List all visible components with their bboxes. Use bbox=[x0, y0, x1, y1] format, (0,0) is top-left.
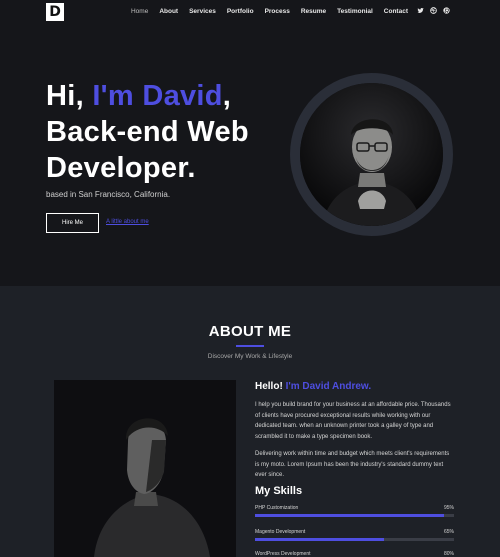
nav-item-services[interactable]: Services bbox=[189, 8, 216, 15]
navbar: D Home About Services Portfolio Process … bbox=[0, 0, 500, 26]
hero-section: D Home About Services Portfolio Process … bbox=[0, 0, 500, 286]
nav-item-about[interactable]: About bbox=[159, 8, 178, 15]
about-section: ABOUT ME Discover My Work & Lifestyle He… bbox=[0, 286, 500, 557]
about-hello: Hello! I'm David Andrew. bbox=[255, 381, 371, 392]
hire-me-button[interactable]: Hire Me bbox=[46, 213, 99, 233]
hero-heading: Hi, I'm David, Back-end Web Developer. bbox=[46, 78, 249, 186]
hero-name: I'm David bbox=[92, 80, 223, 112]
hero-comma: , bbox=[222, 80, 232, 112]
nav-item-process[interactable]: Process bbox=[265, 8, 290, 15]
portrait-illustration bbox=[300, 83, 443, 226]
skill-bar bbox=[255, 538, 454, 541]
nav-item-portfolio[interactable]: Portfolio bbox=[227, 8, 254, 15]
hero-location: based in San Francisco, California. bbox=[46, 190, 171, 199]
nav-item-testimonial[interactable]: Testimonial bbox=[337, 8, 373, 15]
about-paragraph-1: I help you build brand for your business… bbox=[255, 402, 451, 440]
twitter-icon[interactable] bbox=[417, 7, 424, 14]
skill-percent: 65% bbox=[443, 529, 454, 535]
hero-heading-line-2: Back-end Web bbox=[46, 116, 249, 148]
about-paragraph-2: Delivering work within time and budget w… bbox=[255, 451, 450, 478]
nav-item-resume[interactable]: Resume bbox=[301, 8, 326, 15]
skill-percent: 95% bbox=[443, 505, 454, 511]
hero-heading-line-3: Developer. bbox=[46, 152, 196, 184]
hello-name: I'm David Andrew. bbox=[285, 381, 372, 392]
nav-item-contact[interactable]: Contact bbox=[384, 8, 408, 15]
title-underline bbox=[236, 345, 264, 347]
skill-bar-fill bbox=[255, 514, 445, 517]
about-me-link[interactable]: A little about me bbox=[106, 219, 149, 225]
about-subtitle: Discover My Work & Lifestyle bbox=[207, 353, 293, 360]
skill-bar bbox=[255, 514, 454, 517]
skill-name: WordPress Development bbox=[255, 551, 311, 557]
about-photo bbox=[54, 380, 236, 557]
skill-bar-fill bbox=[255, 538, 385, 541]
about-title: ABOUT ME bbox=[208, 323, 292, 340]
social-links bbox=[417, 7, 450, 14]
skill-wordpress: WordPress Development 80% bbox=[255, 551, 454, 557]
logo[interactable]: D bbox=[46, 3, 64, 21]
nav-item-home[interactable]: Home bbox=[131, 8, 148, 15]
nav-links: Home About Services Portfolio Process Re… bbox=[131, 8, 408, 15]
skill-name: Magento Development bbox=[255, 529, 306, 535]
hero-heading-line-1: Hi, I'm David, bbox=[46, 78, 249, 114]
skill-magento: Magento Development 65% bbox=[255, 529, 454, 541]
skills-title: My Skills bbox=[255, 485, 303, 497]
profile-portrait bbox=[300, 83, 443, 226]
skill-php: PHP Customization 95% bbox=[255, 505, 454, 517]
hero-greeting: Hi, bbox=[46, 80, 93, 112]
skill-percent: 80% bbox=[443, 551, 454, 557]
dribbble-icon[interactable] bbox=[430, 7, 437, 14]
hello-text: Hello! bbox=[255, 381, 286, 392]
skill-name: PHP Customization bbox=[255, 505, 299, 511]
about-photo-illustration bbox=[54, 380, 236, 557]
github-icon[interactable] bbox=[443, 7, 450, 14]
